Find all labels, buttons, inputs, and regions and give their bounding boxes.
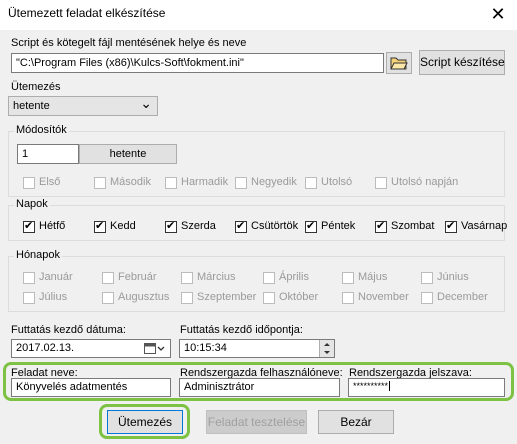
start-date-label: Futtatás kezdő dátuma: bbox=[11, 324, 126, 336]
schedule-label: Ütemezés bbox=[11, 81, 61, 93]
month-label: Július bbox=[39, 291, 68, 303]
text-caret bbox=[389, 381, 391, 391]
month-checkbox[interactable] bbox=[181, 272, 193, 284]
modifier-option-label: Első bbox=[39, 176, 61, 188]
day-checkbox[interactable] bbox=[235, 219, 247, 233]
month-checkbox[interactable] bbox=[102, 272, 114, 284]
start-time-label: Futtatás kezdő időpontja: bbox=[180, 324, 303, 336]
month-label: December bbox=[437, 291, 488, 303]
month-label: Május bbox=[358, 271, 388, 283]
modifier-checkbox[interactable] bbox=[165, 177, 177, 189]
modifier-checkbox[interactable] bbox=[235, 177, 247, 189]
start-date-picker[interactable]: 2017.02.13. bbox=[11, 339, 171, 358]
create-script-button[interactable]: Script készítése bbox=[419, 50, 505, 75]
browse-folder-button[interactable] bbox=[386, 52, 412, 74]
day-label: Kedd bbox=[110, 220, 136, 232]
day-label: Csütörtök bbox=[251, 220, 299, 232]
modifier-checkbox[interactable] bbox=[375, 177, 387, 189]
window-title: Ütemezett feladat elkészítése bbox=[8, 6, 166, 20]
day-checkbox[interactable] bbox=[445, 219, 457, 233]
day-checkbox[interactable] bbox=[305, 219, 317, 233]
modifiers-legend: Módosítók bbox=[14, 124, 69, 136]
months-legend: Hónapok bbox=[14, 249, 63, 261]
day-checkbox[interactable] bbox=[165, 219, 177, 233]
chevron-down-icon: ⌄ bbox=[140, 96, 152, 111]
month-checkbox[interactable] bbox=[342, 272, 354, 284]
start-time-input[interactable]: 10:15:34 bbox=[179, 339, 335, 358]
spin-up-icon[interactable] bbox=[320, 340, 334, 348]
time-spinner[interactable] bbox=[319, 340, 334, 357]
month-checkbox[interactable] bbox=[23, 272, 35, 284]
start-date-value: 2017.02.13. bbox=[16, 342, 75, 354]
schedule-button[interactable]: Ütemezés bbox=[107, 410, 183, 434]
task-name-input[interactable]: Könyvelés adatmentés bbox=[11, 378, 171, 397]
schedule-select[interactable]: hetente ⌄ bbox=[8, 96, 158, 116]
month-label: Október bbox=[279, 291, 319, 303]
day-checkbox[interactable] bbox=[94, 219, 106, 233]
admin-password-value: ********** bbox=[353, 381, 389, 391]
modifier-count-input[interactable]: 1 bbox=[17, 144, 79, 164]
modifier-option-label: Utolsó napján bbox=[391, 176, 459, 188]
month-checkbox[interactable] bbox=[263, 292, 275, 304]
script-path-input[interactable]: "C:\Program Files (x86)\Kulcs-Soft\fokme… bbox=[11, 53, 384, 73]
modifier-option-label: Utolsó bbox=[321, 176, 353, 188]
day-label: Hétfő bbox=[39, 220, 66, 232]
month-checkbox[interactable] bbox=[342, 292, 354, 304]
days-legend: Napok bbox=[14, 198, 50, 210]
day-checkbox[interactable] bbox=[23, 219, 35, 233]
modifier-checkbox[interactable] bbox=[23, 177, 35, 189]
month-label: Február bbox=[118, 271, 157, 283]
schedule-selected-value: hetente bbox=[13, 100, 50, 112]
modifier-option-label: Második bbox=[110, 176, 151, 188]
month-label: Január bbox=[39, 271, 73, 283]
month-checkbox[interactable] bbox=[181, 292, 193, 304]
month-label: November bbox=[358, 291, 409, 303]
modifier-checkbox[interactable] bbox=[94, 177, 106, 189]
month-label: Június bbox=[437, 271, 469, 283]
modifier-option-label: Negyedik bbox=[251, 176, 297, 188]
month-label: Augusztus bbox=[118, 291, 170, 303]
folder-open-icon bbox=[390, 57, 408, 70]
month-checkbox[interactable] bbox=[421, 292, 433, 304]
month-checkbox[interactable] bbox=[263, 272, 275, 284]
day-label: Vasárnap bbox=[461, 220, 508, 232]
month-checkbox[interactable] bbox=[102, 292, 114, 304]
script-path-label: Script és kötegelt fájl mentésének helye… bbox=[11, 37, 247, 49]
spin-down-icon[interactable] bbox=[320, 349, 334, 357]
day-checkbox[interactable] bbox=[375, 219, 387, 233]
day-label: Szombat bbox=[391, 220, 435, 232]
modifier-option-label: Harmadik bbox=[181, 176, 229, 188]
modifier-checkbox[interactable] bbox=[305, 177, 317, 189]
admin-user-input[interactable]: Adminisztrátor bbox=[179, 378, 340, 397]
test-task-button[interactable]: Feladat tesztelése bbox=[206, 410, 307, 434]
day-label: Szerda bbox=[181, 220, 216, 232]
month-checkbox[interactable] bbox=[23, 292, 35, 304]
month-label: Március bbox=[197, 271, 236, 283]
month-label: Szeptember bbox=[197, 291, 257, 303]
start-time-value: 10:15:34 bbox=[184, 342, 227, 354]
month-label: Április bbox=[279, 271, 309, 283]
day-label: Péntek bbox=[321, 220, 356, 232]
admin-password-input[interactable]: ********** bbox=[348, 378, 505, 397]
close-button[interactable]: Bezár bbox=[318, 410, 394, 434]
modifier-unit-button[interactable]: hetente bbox=[79, 144, 177, 164]
close-icon[interactable]: ✕ bbox=[484, 2, 512, 26]
month-checkbox[interactable] bbox=[421, 272, 433, 284]
calendar-dropdown-icon bbox=[144, 343, 165, 354]
